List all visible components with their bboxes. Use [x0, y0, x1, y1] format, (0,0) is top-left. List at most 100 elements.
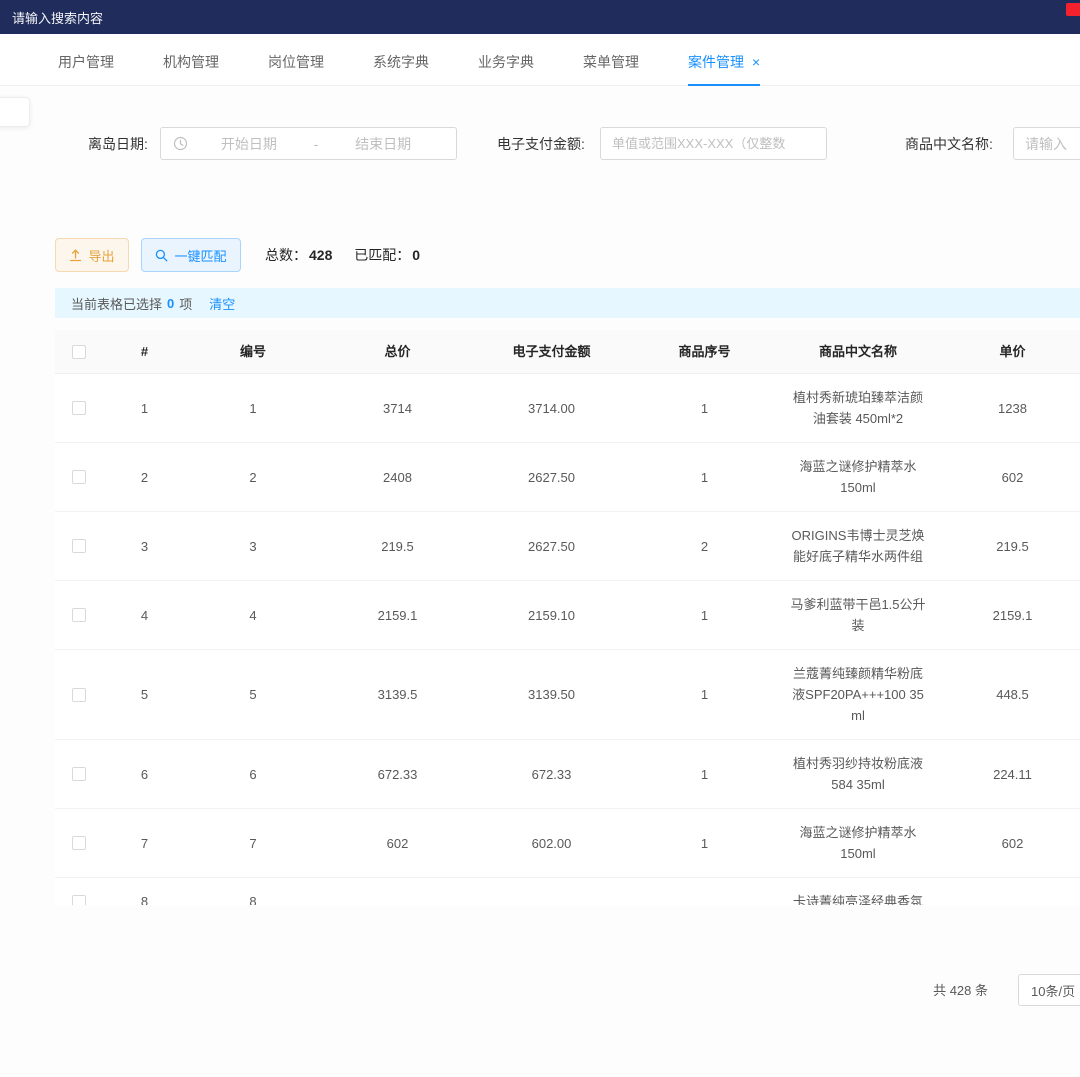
row-checkbox-cell: [55, 512, 103, 580]
matched-count: 0: [412, 247, 420, 263]
page-size-select[interactable]: 10条/页: [1018, 974, 1080, 1006]
date-start-placeholder[interactable]: 开始日期: [188, 134, 310, 154]
row-checkbox[interactable]: [72, 608, 86, 622]
product-name-input[interactable]: [1013, 127, 1080, 160]
row-checkbox-cell: [55, 740, 103, 808]
date-filter-label: 离岛日期:: [88, 127, 148, 161]
date-range-separator: -: [310, 136, 323, 152]
cell-index: 5: [103, 650, 186, 739]
table-row: 7 7 602 602.00 1 海蓝之谜修护精萃水 150ml 602: [55, 809, 1080, 878]
cell-code: 1: [186, 374, 320, 442]
selection-prefix: 当前表格已选择: [71, 294, 162, 313]
tab-post-management[interactable]: 岗位管理: [268, 38, 324, 85]
tab-system-dict[interactable]: 系统字典: [373, 38, 429, 85]
export-button-label: 导出: [88, 246, 114, 265]
total-count: 428: [309, 247, 332, 263]
table-header: # 编号 总价 电子支付金额 商品序号 商品中文名称 单价: [55, 330, 1080, 374]
tab-user-management[interactable]: 用户管理: [58, 38, 114, 85]
cell-product-seq: 1: [628, 581, 781, 649]
global-search-input[interactable]: 请输入搜索内容: [0, 8, 103, 27]
tab-org-management[interactable]: 机构管理: [163, 38, 219, 85]
clear-selection-link[interactable]: 清空: [209, 294, 235, 313]
select-all-checkbox[interactable]: [72, 345, 86, 359]
date-range-picker[interactable]: 开始日期 - 结束日期: [160, 127, 457, 160]
row-checkbox-cell: [55, 374, 103, 442]
cell-product-name: 植村秀新琥珀臻萃洁颜油套装 450ml*2: [781, 374, 935, 442]
row-checkbox[interactable]: [72, 401, 86, 415]
cell-index: 3: [103, 512, 186, 580]
cell-total-price: 3714: [320, 374, 475, 442]
export-icon: [69, 249, 82, 262]
cell-epay-amount: 3139.50: [475, 650, 628, 739]
table-row: 6 6 672.33 672.33 1 植村秀羽纱持妆粉底液 584 35ml …: [55, 740, 1080, 809]
cell-product-seq: 2: [628, 512, 781, 580]
clock-icon: [173, 136, 188, 151]
cell-code: 4: [186, 581, 320, 649]
row-checkbox-cell: [55, 650, 103, 739]
cell-product-seq: 1: [628, 740, 781, 808]
header-product-name: 商品中文名称: [781, 330, 935, 373]
cell-code: 7: [186, 809, 320, 877]
cell-unit-price: 1238: [935, 374, 1080, 442]
close-icon[interactable]: ×: [752, 55, 760, 69]
cell-total-price: 602: [320, 809, 475, 877]
cell-code: 2: [186, 443, 320, 511]
cell-total-price: 2159.1: [320, 581, 475, 649]
row-checkbox-cell: [55, 878, 103, 905]
match-button-label: 一键匹配: [174, 246, 226, 265]
cell-epay-amount: [475, 878, 628, 905]
cell-epay-amount: 3714.00: [475, 374, 628, 442]
select-all-cell: [55, 330, 103, 373]
export-button[interactable]: 导出: [55, 238, 129, 272]
row-checkbox-cell: [55, 809, 103, 877]
cell-epay-amount: 2159.10: [475, 581, 628, 649]
row-checkbox[interactable]: [72, 688, 86, 702]
tab-menu-management[interactable]: 菜单管理: [583, 38, 639, 85]
cell-index: 1: [103, 374, 186, 442]
amount-filter-label: 电子支付金额:: [497, 127, 585, 161]
cell-code: 5: [186, 650, 320, 739]
cell-index: 8: [103, 878, 186, 905]
sidebar-collapse-handle[interactable]: [0, 97, 30, 127]
tab-bar: 用户管理 机构管理 岗位管理 系统字典 业务字典 菜单管理 案件管理 ×: [0, 38, 1080, 86]
cell-epay-amount: 2627.50: [475, 443, 628, 511]
cell-total-price: 219.5: [320, 512, 475, 580]
matched-label: 已匹配：: [354, 247, 410, 263]
cell-product-seq: 1: [628, 809, 781, 877]
cell-total-price: 2408: [320, 443, 475, 511]
cell-product-name: 卡诗菁纯亮泽经典香氛: [781, 878, 935, 905]
cell-epay-amount: 602.00: [475, 809, 628, 877]
table-row: 3 3 219.5 2627.50 2 ORIGINS韦博士灵芝焕能好底子精华水…: [55, 512, 1080, 581]
row-checkbox[interactable]: [72, 836, 86, 850]
cell-index: 6: [103, 740, 186, 808]
cell-product-name: 海蓝之谜修护精萃水 150ml: [781, 443, 935, 511]
amount-input[interactable]: [600, 127, 827, 160]
table-row: 2 2 2408 2627.50 1 海蓝之谜修护精萃水 150ml 602: [55, 443, 1080, 512]
cell-unit-price: 602: [935, 443, 1080, 511]
date-end-placeholder[interactable]: 结束日期: [322, 134, 444, 154]
cell-product-seq: 1: [628, 443, 781, 511]
header-code: 编号: [186, 330, 320, 373]
tab-case-management[interactable]: 案件管理 ×: [688, 38, 760, 85]
cell-unit-price: 2159.1: [935, 581, 1080, 649]
row-checkbox[interactable]: [72, 767, 86, 781]
notification-badge[interactable]: [1066, 3, 1080, 16]
match-stats: 总数：428 已匹配：0: [265, 238, 438, 272]
header-epay-amount: 电子支付金额: [475, 330, 628, 373]
cell-index: 2: [103, 443, 186, 511]
row-checkbox[interactable]: [72, 539, 86, 553]
cell-product-name: 马爹利蓝带干邑1.5公升装: [781, 581, 935, 649]
cell-product-name: 植村秀羽纱持妆粉底液 584 35ml: [781, 740, 935, 808]
row-checkbox[interactable]: [72, 470, 86, 484]
table-row: 1 1 3714 3714.00 1 植村秀新琥珀臻萃洁颜油套装 450ml*2…: [55, 374, 1080, 443]
header-index: #: [103, 330, 186, 373]
cell-unit-price: 219.5: [935, 512, 1080, 580]
cell-unit-price: 602: [935, 809, 1080, 877]
cell-index: 4: [103, 581, 186, 649]
tab-business-dict[interactable]: 业务字典: [478, 38, 534, 85]
row-checkbox[interactable]: [72, 895, 86, 906]
one-click-match-button[interactable]: 一键匹配: [141, 238, 241, 272]
cell-code: 6: [186, 740, 320, 808]
header-total-price: 总价: [320, 330, 475, 373]
cell-unit-price: 224.11: [935, 740, 1080, 808]
